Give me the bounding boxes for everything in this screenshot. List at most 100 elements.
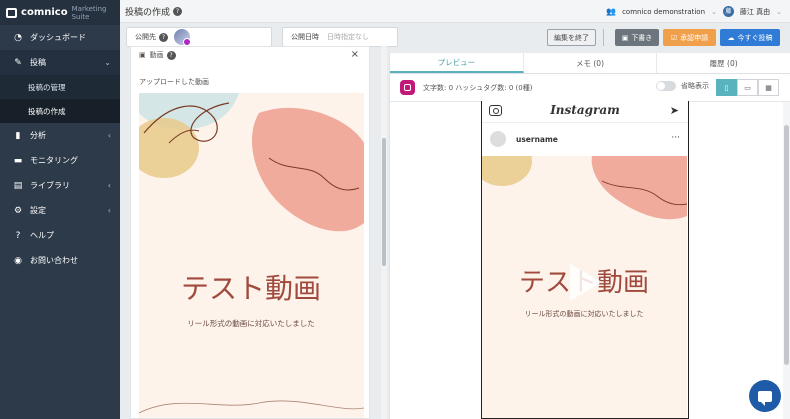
post-header: username ···: [482, 123, 688, 155]
destination-field[interactable]: 公開先 ?: [126, 27, 272, 47]
users-icon: 👥: [606, 7, 617, 16]
desktop-view-button[interactable]: ▭: [737, 79, 758, 96]
avatar[interactable]: 藤: [722, 6, 734, 17]
gauge-icon: ◔: [14, 32, 22, 43]
sidebar-item-posts[interactable]: ✎ 投稿 ⌄: [0, 50, 120, 75]
preview-video-subtitle: リール形式の動画に対応いたしました: [525, 309, 644, 318]
desktop-icon: ▭: [744, 83, 751, 92]
preview-video[interactable]: テスト動画 リール形式の動画に対応いたしました: [482, 156, 687, 418]
preview-scrollbar-thumb[interactable]: [784, 125, 789, 365]
instagram-icon: [400, 80, 415, 95]
video-icon: ▣: [139, 51, 146, 59]
omit-label: 省略表示: [681, 82, 709, 90]
sidebar-item-label: モニタリング: [30, 156, 78, 165]
tab-memo[interactable]: メモ (0): [524, 53, 658, 73]
pencil-icon: ✎: [14, 57, 22, 68]
grid-icon: ▦: [765, 83, 772, 92]
workspace-selector[interactable]: comnico demonstration: [622, 8, 705, 16]
tab-history[interactable]: 履歴 (0): [657, 53, 790, 73]
sidebar-subitem-label: 投稿の作成: [28, 106, 66, 116]
toolbar-divider: [603, 29, 604, 46]
sidebar-item-label: ヘルプ: [30, 231, 54, 240]
approval-request-button[interactable]: ☑ 承認申請: [663, 29, 716, 46]
chat-icon: ▬: [13, 155, 23, 166]
media-scrollbar-thumb[interactable]: [382, 138, 386, 266]
instagram-wordmark: Instagram: [550, 103, 620, 117]
help-icon[interactable]: ?: [173, 6, 183, 16]
schedule-input[interactable]: 日時指定なし: [327, 32, 369, 42]
uploaded-video-label: アップロードした動画: [139, 78, 209, 86]
publish-label: 今すぐ投稿: [737, 33, 773, 42]
sidebar-item-contact[interactable]: ◉ お問い合わせ: [0, 248, 120, 273]
draft-label: 下書き: [631, 33, 653, 42]
preview-tabs: プレビュー メモ (0) 履歴 (0): [390, 53, 790, 74]
chevron-left-icon: ‹: [107, 131, 111, 140]
sidebar-subitem-create[interactable]: 投稿の作成: [0, 99, 120, 123]
help-icon[interactable]: ?: [159, 32, 168, 42]
support-icon: ◉: [14, 255, 22, 266]
media-header-label: 動画: [149, 51, 164, 59]
book-icon: ▤: [13, 180, 23, 191]
sidebar-item-label: お問い合わせ: [30, 256, 78, 265]
omit-toggle-group: 省略表示: [656, 81, 709, 91]
sidebar-item-label: 分析: [30, 131, 46, 140]
video-title: テスト動画: [181, 272, 321, 305]
cloud-upload-icon: ☁: [727, 33, 735, 42]
preview-video-artwork: テスト動画 リール形式の動画に対応いたしました: [482, 156, 687, 418]
page-title: 投稿の作成: [125, 7, 171, 18]
video-artwork: テスト動画 リール形式の動画に対応いたしました: [139, 93, 364, 418]
sidebar-item-monitoring[interactable]: ▬ モニタリング: [0, 148, 120, 173]
chat-icon: [758, 390, 772, 406]
draft-button[interactable]: ▣ 下書き: [615, 29, 659, 46]
preview-info-row: 文字数: 0 ハッシュタグ数: 0 (0種) 省略表示 ▯ ▭ ▦: [390, 74, 790, 102]
chevron-left-icon: ‹: [107, 181, 111, 190]
video-subtitle: リール形式の動画に対応いたしました: [187, 318, 315, 328]
uploaded-video[interactable]: テスト動画 リール形式の動画に対応いたしました: [139, 93, 364, 418]
grid-view-button[interactable]: ▦: [758, 79, 779, 96]
sidebar-item-dashboard[interactable]: ◔ ダッシュボード: [0, 25, 120, 50]
sidebar-item-help[interactable]: ? ヘルプ: [0, 223, 120, 248]
user-area: 👥 comnico demonstration ⌄ 藤 藤江 真由 ⌄: [606, 0, 782, 23]
sidebar-item-settings[interactable]: ⚙ 設定 ‹: [0, 198, 120, 223]
media-panel: ▣ 動画 ? × アップロードした動画 テスト動画 リール形式の動画に対応いたし…: [130, 46, 370, 419]
send-icon: ➤: [669, 104, 679, 117]
publish-now-button[interactable]: ☁ 今すぐ投稿: [720, 29, 780, 46]
close-icon[interactable]: ×: [351, 49, 359, 60]
logo-text: comnico: [21, 7, 68, 18]
save-icon: ▣: [621, 33, 629, 42]
chevron-down-icon: ⌄: [104, 58, 111, 67]
sidebar-item-analytics[interactable]: ▮ 分析 ‹: [0, 123, 120, 148]
sidebar-item-label: 設定: [30, 206, 46, 215]
sidebar-subitem-manage[interactable]: 投稿の管理: [0, 75, 120, 99]
sidebar-item-label: ダッシュボード: [30, 33, 86, 42]
instagram-header: Instagram ➤: [482, 101, 688, 123]
question-icon: ?: [15, 230, 21, 241]
top-header: 投稿の作成 ? 👥 comnico demonstration ⌄ 藤 藤江 真…: [120, 0, 790, 23]
chat-support-button[interactable]: [749, 380, 781, 412]
account-avatar[interactable]: [174, 29, 191, 46]
user-name[interactable]: 藤江 真由: [740, 7, 770, 17]
help-icon[interactable]: ?: [166, 50, 176, 60]
tab-preview[interactable]: プレビュー: [390, 53, 524, 73]
sidebar-item-library[interactable]: ▤ ライブラリ ‹: [0, 173, 120, 198]
sidebar-item-label: ライブラリ: [30, 181, 70, 190]
gear-icon: ⚙: [13, 205, 23, 216]
logo[interactable]: comnico Marketing Suite: [0, 0, 120, 25]
media-panel-header: ▣ 動画 ?: [131, 47, 369, 63]
end-edit-button[interactable]: 編集を終了: [547, 29, 596, 46]
more-icon: ···: [671, 133, 680, 143]
chevron-down-icon: ⌄: [711, 7, 717, 16]
destination-label: 公開先: [135, 33, 156, 41]
mobile-view-button[interactable]: ▯: [716, 79, 737, 96]
instagram-phone-preview: Instagram ➤ username ··· テスト動画 リール形式の動画に…: [481, 101, 689, 419]
character-counts: 文字数: 0 ハッシュタグ数: 0 (0種): [423, 83, 533, 92]
bar-chart-icon: ▮: [15, 130, 21, 141]
schedule-field[interactable]: 公開日時 日時指定なし: [282, 27, 398, 47]
approve-label: 承認申請: [680, 33, 709, 42]
sidebar: comnico Marketing Suite ◔ ダッシュボード ✎ 投稿 ⌄…: [0, 0, 120, 419]
avatar: [490, 131, 506, 147]
omit-toggle[interactable]: [656, 81, 676, 91]
chevron-left-icon: ‹: [107, 206, 111, 215]
username: username: [516, 134, 558, 144]
end-edit-label: 編集を終了: [554, 33, 589, 42]
